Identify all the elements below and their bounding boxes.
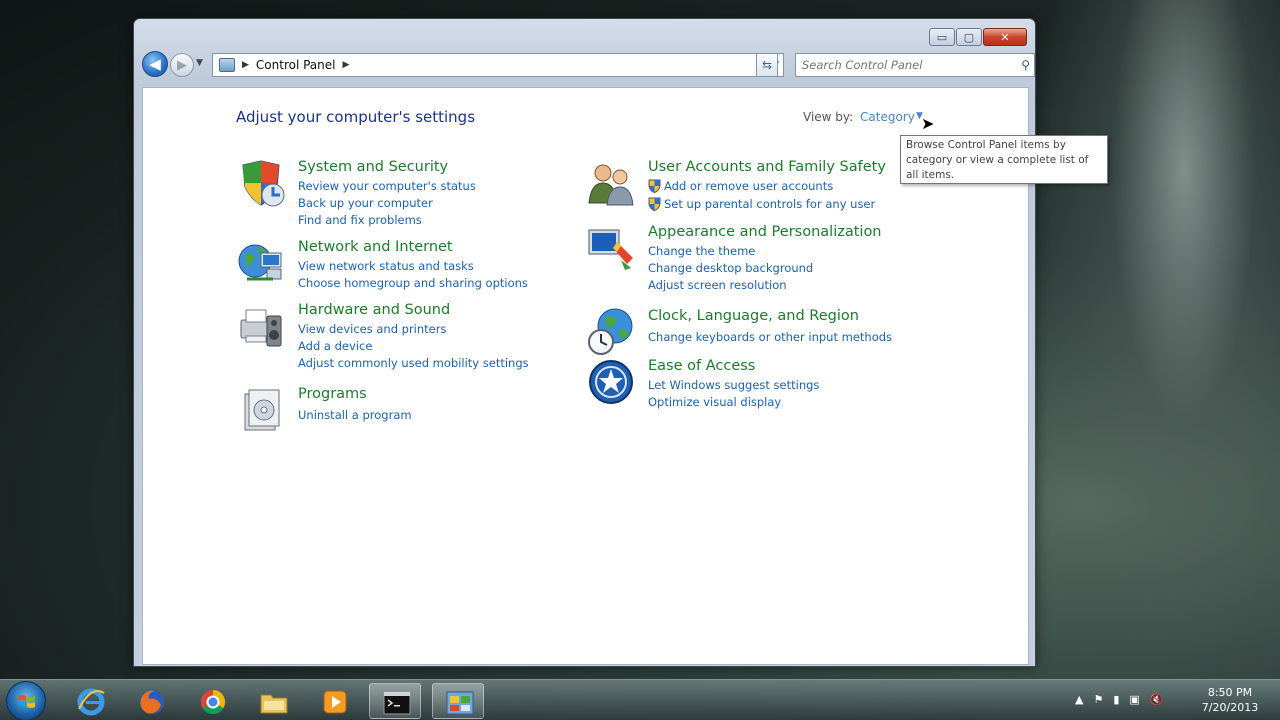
address-bar[interactable]: ▶ Control Panel ▶ ▼ bbox=[212, 53, 784, 77]
category-title[interactable]: User Accounts and Family Safety bbox=[648, 159, 886, 175]
minimize-button[interactable]: ▭ bbox=[929, 28, 955, 46]
desktop-glow bbox=[1040, 0, 1280, 680]
network-globe-icon[interactable] bbox=[237, 239, 285, 287]
maximize-button[interactable]: ▢ bbox=[956, 28, 982, 46]
category-link[interactable]: Adjust commonly used mobility settings bbox=[298, 356, 529, 370]
power-icon[interactable]: ▮ bbox=[1113, 693, 1119, 706]
windows-logo-icon bbox=[19, 695, 35, 708]
search-box[interactable]: ⚲ bbox=[795, 53, 1035, 77]
media-player-icon bbox=[323, 690, 347, 714]
category-link[interactable]: Change the theme bbox=[648, 244, 755, 258]
printer-speaker-icon[interactable] bbox=[237, 302, 285, 350]
control-panel-content: Adjust your computer's settings View by:… bbox=[142, 87, 1108, 665]
clock-time: 8:50 PM bbox=[1207, 686, 1253, 699]
taskbar-firefox[interactable] bbox=[125, 683, 177, 719]
breadcrumb-separator-icon[interactable]: ▶ bbox=[242, 60, 249, 70]
view-by-label: View by: bbox=[803, 110, 854, 124]
internet-explorer-icon bbox=[77, 688, 105, 716]
breadcrumb-control-panel[interactable]: Control Panel bbox=[256, 58, 336, 72]
breadcrumb-chevron-icon[interactable]: ▶ bbox=[343, 60, 350, 70]
category-link[interactable]: Set up parental controls for any user bbox=[664, 197, 875, 211]
refresh-button[interactable]: ⇆ bbox=[756, 53, 778, 77]
system-tray: ▲ ⚑ ▮ ▣ 🔇 bbox=[1075, 693, 1164, 706]
category-link[interactable]: View devices and printers bbox=[298, 322, 446, 336]
category-link[interactable]: Review your computer's status bbox=[298, 179, 476, 193]
category-link[interactable]: Let Windows suggest settings bbox=[648, 378, 819, 392]
category-link[interactable]: Back up your computer bbox=[298, 196, 433, 210]
page-heading: Adjust your computer's settings bbox=[236, 108, 476, 126]
control-panel-window: ▭ ▢ ✕ ◀ ▶ ▼ ▶ Control Panel ▶ ▼ ⇆ ⚲ Adju… bbox=[133, 18, 1108, 667]
category-link[interactable]: Change desktop background bbox=[648, 261, 813, 275]
taskbar-control-panel[interactable] bbox=[432, 683, 484, 719]
ease-of-access-icon[interactable] bbox=[587, 358, 635, 406]
category-title[interactable]: Appearance and Personalization bbox=[648, 224, 882, 240]
taskbar-windows-explorer[interactable] bbox=[247, 683, 299, 719]
category-link[interactable]: Optimize visual display bbox=[648, 395, 781, 409]
programs-box-icon[interactable] bbox=[237, 386, 285, 434]
taskbar-command-prompt[interactable] bbox=[369, 683, 421, 719]
start-button[interactable] bbox=[6, 681, 46, 720]
category-link[interactable]: Add or remove user accounts bbox=[664, 179, 833, 193]
mouse-cursor-icon: ➤ bbox=[921, 114, 935, 133]
action-center-flag-icon[interactable]: ⚑ bbox=[1093, 693, 1103, 706]
caption-buttons: ▭ ▢ ✕ bbox=[929, 28, 1027, 46]
category-title[interactable]: Hardware and Sound bbox=[298, 302, 450, 318]
shield-icon[interactable] bbox=[237, 159, 285, 207]
navigation-bar: ◀ ▶ ▼ ▶ Control Panel ▶ ▼ ⇆ ⚲ bbox=[142, 51, 1035, 79]
taskbar-media-player[interactable] bbox=[308, 683, 360, 719]
show-hidden-icons-icon[interactable]: ▲ bbox=[1075, 693, 1083, 706]
category-title[interactable]: Network and Internet bbox=[298, 239, 453, 255]
recent-pages-dropdown[interactable]: ▼ bbox=[196, 58, 203, 68]
clock-date: 7/20/2013 bbox=[1201, 701, 1259, 714]
volume-muted-icon[interactable]: 🔇 bbox=[1150, 693, 1164, 706]
taskbar: ▲ ⚑ ▮ ▣ 🔇 8:50 PM 7/20/2013 bbox=[0, 679, 1280, 720]
chrome-icon bbox=[200, 690, 226, 715]
network-icon[interactable]: ▣ bbox=[1129, 693, 1139, 706]
category-link[interactable]: Choose homegroup and sharing options bbox=[298, 276, 528, 290]
folder-icon bbox=[260, 694, 288, 714]
category-link[interactable]: Find and fix problems bbox=[298, 213, 422, 227]
search-icon[interactable]: ⚲ bbox=[1021, 58, 1030, 72]
command-prompt-icon bbox=[383, 691, 411, 715]
taskbar-chrome[interactable] bbox=[186, 683, 238, 719]
control-panel-icon bbox=[219, 58, 235, 72]
back-button[interactable]: ◀ bbox=[142, 51, 168, 77]
category-link[interactable]: Adjust screen resolution bbox=[648, 278, 787, 292]
monitor-paint-icon[interactable] bbox=[587, 224, 635, 272]
control-panel-icon bbox=[446, 691, 474, 715]
category-link[interactable]: View network status and tasks bbox=[298, 259, 474, 273]
category-title[interactable]: Clock, Language, and Region bbox=[648, 308, 859, 324]
category-link[interactable]: Uninstall a program bbox=[298, 408, 412, 422]
search-input[interactable] bbox=[802, 58, 1012, 72]
category-title[interactable]: System and Security bbox=[298, 159, 448, 175]
clock-globe-icon[interactable] bbox=[587, 308, 635, 356]
category-link[interactable]: Add a device bbox=[298, 339, 372, 353]
category-link[interactable]: Change keyboards or other input methods bbox=[648, 330, 892, 344]
taskbar-internet-explorer[interactable] bbox=[64, 683, 116, 719]
uac-shield-icon bbox=[648, 197, 661, 211]
forward-button[interactable]: ▶ bbox=[170, 53, 194, 77]
close-button[interactable]: ✕ bbox=[983, 28, 1027, 46]
users-icon[interactable] bbox=[587, 159, 635, 207]
category-title[interactable]: Programs bbox=[298, 386, 367, 402]
view-by-tooltip: Browse Control Panel items by category o… bbox=[900, 135, 1108, 184]
taskbar-clock[interactable]: 8:50 PM 7/20/2013 bbox=[1195, 685, 1265, 715]
uac-shield-icon bbox=[648, 179, 661, 193]
view-by-dropdown[interactable]: Category bbox=[860, 110, 915, 124]
firefox-icon bbox=[140, 690, 164, 714]
category-title[interactable]: Ease of Access bbox=[648, 358, 755, 374]
